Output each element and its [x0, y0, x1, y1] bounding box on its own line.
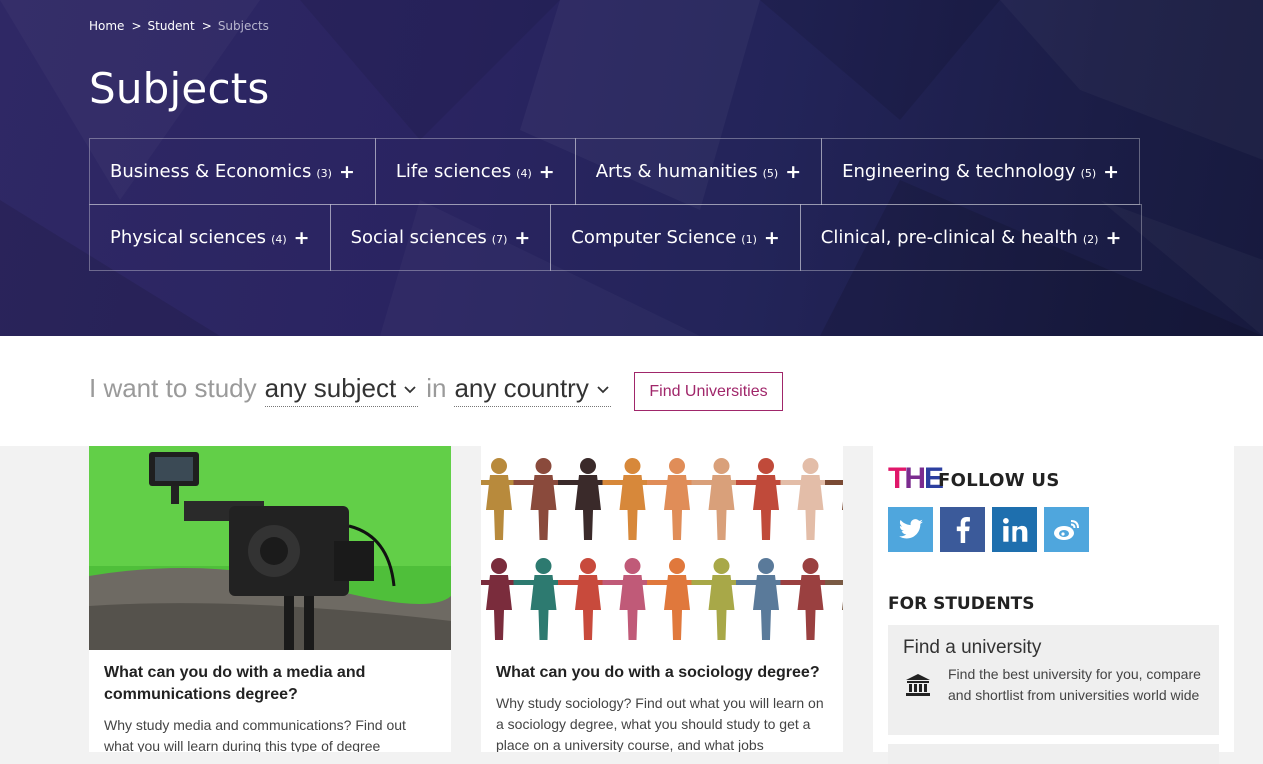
subject-business-economics[interactable]: Business & Economics (3) +	[89, 138, 376, 205]
plus-icon: +	[293, 226, 310, 249]
next-sidebar-box	[888, 744, 1219, 764]
subject-life-sciences[interactable]: Life sciences (4) +	[374, 138, 576, 205]
card-excerpt: Why study sociology? Find out what you w…	[496, 695, 824, 752]
subject-row-2: Physical sciences (4) + Social sciences …	[89, 204, 1143, 271]
plus-icon: +	[338, 160, 355, 183]
facebook-icon[interactable]	[940, 507, 985, 552]
breadcrumb: Home > Student > Subjects	[89, 19, 269, 33]
social-links	[888, 507, 1089, 552]
subject-dropdown-value: any subject	[264, 373, 397, 403]
page-title: Subjects	[89, 64, 270, 113]
subject-count: (5)	[1080, 167, 1097, 180]
plus-icon: +	[538, 160, 555, 183]
plus-icon: +	[785, 160, 802, 183]
subject-count: (2)	[1082, 233, 1099, 246]
chevron-down-icon	[597, 385, 609, 393]
subject-count: (1)	[741, 233, 757, 246]
subject-label: Physical sciences	[110, 227, 267, 248]
content-area: What can you do with a media and communi…	[0, 446, 1263, 764]
breadcrumb-separator: >	[201, 19, 212, 33]
subject-dropdown[interactable]: any subject	[264, 373, 419, 407]
search-sentence: I want to study any subject in any count…	[89, 373, 611, 407]
breadcrumb-current: Subjects	[217, 19, 269, 33]
subject-clinical-health[interactable]: Clinical, pre-clinical & health (2) +	[799, 204, 1143, 271]
find-university-title: Find a university	[903, 637, 1042, 658]
card-excerpt: Why study media and communications? Find…	[104, 717, 406, 752]
find-universities-button[interactable]: Find Universities	[634, 372, 783, 411]
article-card[interactable]: What can you do with a sociology degree?…	[481, 446, 843, 752]
subject-label: Clinical, pre-clinical & health	[820, 227, 1078, 248]
plus-icon: +	[1105, 226, 1122, 249]
subject-physical-sciences[interactable]: Physical sciences (4) +	[89, 204, 331, 271]
sidebar: THE FOLLOW US FOR STUDENTS Find a univer…	[873, 446, 1234, 764]
subject-label: Life sciences	[395, 161, 512, 182]
breadcrumb-home[interactable]: Home	[89, 19, 124, 33]
the-logo[interactable]: THE	[888, 462, 944, 496]
plus-icon: +	[1103, 160, 1120, 183]
hero-banner: Home > Student > Subjects Subjects Busin…	[0, 0, 1263, 336]
plus-icon: +	[763, 226, 780, 249]
country-dropdown[interactable]: any country	[454, 373, 611, 407]
subject-label: Arts & humanities	[595, 161, 758, 182]
subject-label: Social sciences	[350, 227, 487, 248]
linkedin-icon[interactable]	[992, 507, 1037, 552]
subject-arts-humanities[interactable]: Arts & humanities (5) +	[574, 138, 823, 205]
find-university-box[interactable]: Find a university Find the best universi…	[888, 625, 1219, 735]
study-search-bar: I want to study any subject in any count…	[0, 336, 1263, 446]
card-title[interactable]: What can you do with a media and communi…	[89, 650, 451, 706]
weibo-icon[interactable]	[1044, 507, 1089, 552]
subject-count: (4)	[271, 233, 287, 246]
search-prefix: I want to study	[89, 373, 257, 403]
chevron-down-icon	[404, 385, 416, 393]
breadcrumb-student[interactable]: Student	[148, 19, 195, 33]
for-students-heading: FOR STUDENTS	[888, 594, 1035, 614]
subject-row-1: Business & Economics (3) + Life sciences…	[89, 138, 1141, 205]
follow-us-heading: FOLLOW US	[938, 470, 1060, 491]
subject-label: Business & Economics	[110, 161, 312, 182]
article-card[interactable]: What can you do with a media and communi…	[89, 446, 451, 752]
subject-engineering-technology[interactable]: Engineering & technology (5) +	[821, 138, 1141, 205]
subject-count: (3)	[316, 167, 332, 180]
subject-count: (5)	[762, 167, 779, 180]
subject-computer-science[interactable]: Computer Science (1) +	[550, 204, 801, 271]
subject-count: (7)	[491, 233, 508, 246]
plus-icon: +	[514, 226, 531, 249]
find-university-description: Find the best university for you, compar…	[948, 666, 1201, 703]
subject-social-sciences[interactable]: Social sciences (7) +	[329, 204, 552, 271]
twitter-icon[interactable]	[888, 507, 933, 552]
paper-people-chain-photo	[481, 446, 843, 650]
subject-count: (4)	[516, 167, 532, 180]
subject-label: Computer Science	[571, 227, 737, 248]
university-building-icon	[906, 674, 930, 696]
search-joiner: in	[426, 373, 447, 403]
card-title[interactable]: What can you do with a sociology degree?	[481, 650, 843, 684]
country-dropdown-value: any country	[454, 373, 589, 403]
breadcrumb-separator: >	[131, 19, 142, 33]
subject-label: Engineering & technology	[842, 161, 1076, 182]
film-camera-green-screen-photo	[89, 446, 451, 650]
